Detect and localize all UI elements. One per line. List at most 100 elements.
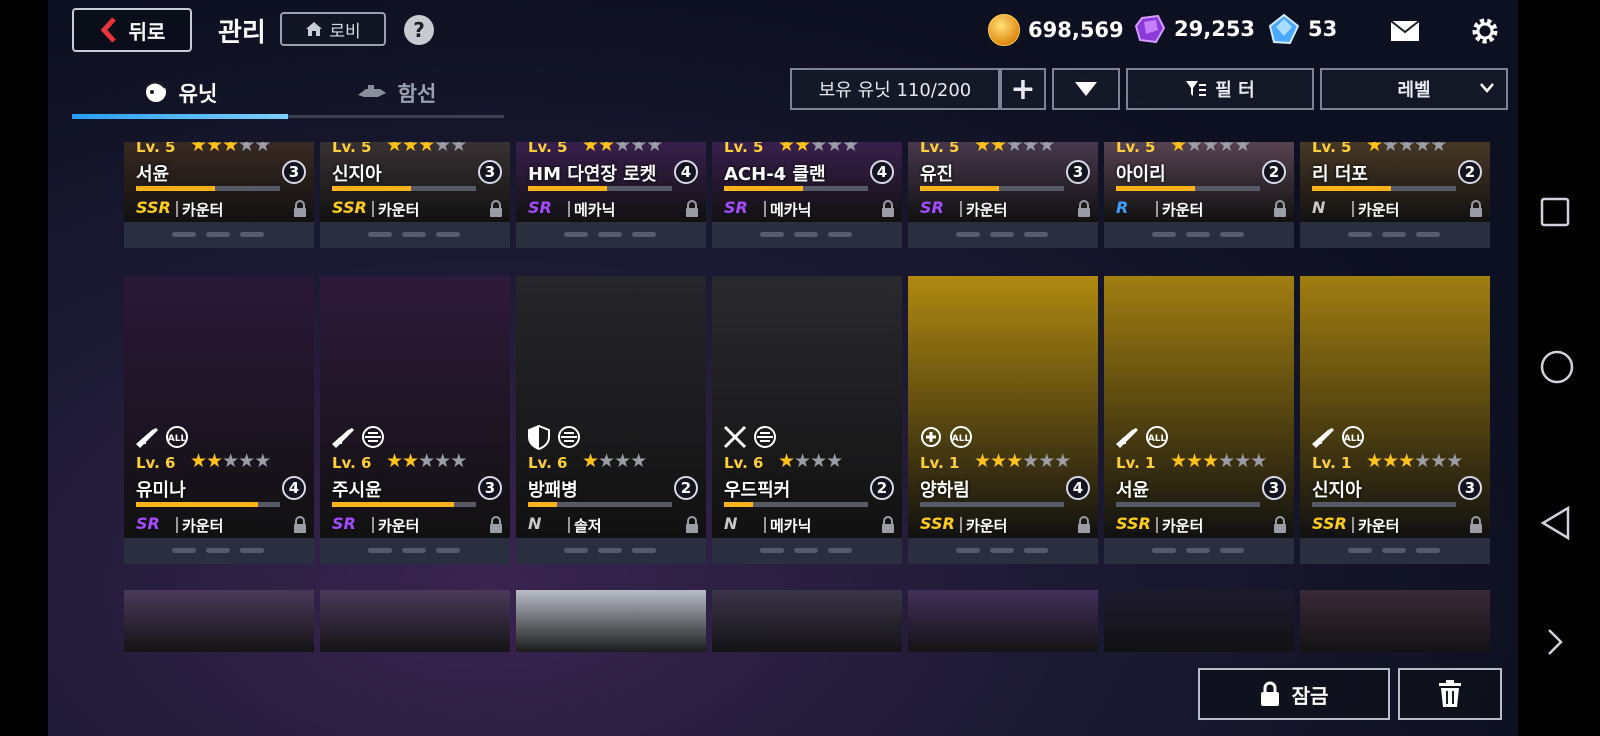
card-footer bbox=[712, 222, 902, 248]
rarity-separator bbox=[176, 201, 178, 217]
unit-grade-badge: 2 bbox=[674, 476, 698, 500]
tab-ships-label: 함선 bbox=[397, 82, 437, 106]
exp-bar bbox=[332, 186, 476, 191]
exp-bar-fill bbox=[332, 186, 412, 191]
rarity-separator bbox=[764, 201, 766, 217]
lobby-button[interactable]: 로비 bbox=[280, 12, 386, 46]
card-footer bbox=[908, 222, 1098, 248]
add-capacity-button[interactable]: + bbox=[1000, 68, 1046, 110]
crystal-amount: 53 bbox=[1308, 17, 1338, 41]
unit-class: 카운터 bbox=[1162, 201, 1204, 219]
star-icon: ★ bbox=[402, 450, 419, 472]
unit-lock-icon[interactable] bbox=[292, 200, 308, 218]
rarity-label: SR bbox=[920, 198, 944, 217]
star-icon: ★ bbox=[206, 450, 223, 472]
filter-button[interactable]: 필 터 bbox=[1126, 68, 1314, 110]
unit-portrait bbox=[320, 590, 510, 652]
unit-lock-icon[interactable] bbox=[1076, 516, 1092, 534]
card-footer bbox=[712, 538, 902, 564]
exp-bar-fill bbox=[136, 186, 216, 191]
footer-dot bbox=[1348, 232, 1372, 237]
unit-lock-icon[interactable] bbox=[1272, 200, 1288, 218]
card-footer-dots bbox=[956, 548, 1048, 553]
exp-bar-fill bbox=[136, 502, 259, 507]
exp-bar bbox=[920, 502, 1064, 507]
unit-lock-icon[interactable] bbox=[684, 200, 700, 218]
footer-dot bbox=[436, 548, 460, 553]
unit-lock-icon[interactable] bbox=[1076, 200, 1092, 218]
footer-dot bbox=[956, 232, 980, 237]
star-icon: ★ bbox=[254, 142, 271, 156]
star-icon: ★ bbox=[990, 142, 1007, 156]
unit-type-icons: ALL bbox=[134, 424, 190, 450]
footer-dot bbox=[402, 232, 426, 237]
sort-select[interactable]: 레벨 bbox=[1320, 68, 1508, 110]
star-icon: ★ bbox=[1250, 450, 1267, 472]
tab-ships[interactable]: 함선 bbox=[288, 70, 504, 116]
unit-lock-icon[interactable] bbox=[488, 200, 504, 218]
star-icon: ★ bbox=[598, 142, 615, 156]
chevron-right-icon[interactable] bbox=[1546, 628, 1564, 656]
card-footer bbox=[320, 538, 510, 564]
unit-name: HM 다연장 로켓 bbox=[528, 164, 657, 185]
unit-name: 아이리 bbox=[1116, 164, 1166, 185]
star-icon: ★ bbox=[222, 450, 239, 472]
back-triangle-icon[interactable] bbox=[1540, 506, 1570, 540]
star-icon: ★ bbox=[826, 142, 843, 156]
unit-lock-icon[interactable] bbox=[880, 200, 896, 218]
tab-units[interactable]: 유닛 bbox=[72, 70, 288, 116]
chevron-down-icon bbox=[1480, 83, 1494, 93]
recents-square-icon[interactable] bbox=[1540, 197, 1570, 227]
unit-lock-icon[interactable] bbox=[684, 516, 700, 534]
sort-order-button[interactable] bbox=[1052, 68, 1120, 110]
unit-lock-icon[interactable] bbox=[1272, 516, 1288, 534]
rarity-separator bbox=[764, 517, 766, 533]
star-icon: ★ bbox=[646, 142, 663, 156]
home-circle-icon[interactable] bbox=[1540, 350, 1574, 384]
unit-stars: ★★★★★ bbox=[386, 142, 467, 156]
unit-name: 신지아 bbox=[1312, 480, 1362, 501]
triangle-down-icon bbox=[1075, 82, 1097, 96]
star-icon: ★ bbox=[810, 142, 827, 156]
star-icon: ★ bbox=[974, 450, 991, 472]
unit-name: 리 더포 bbox=[1312, 164, 1368, 185]
unit-lock-icon[interactable] bbox=[292, 516, 308, 534]
unit-level: Lv. 1 bbox=[920, 454, 960, 472]
footer-dot bbox=[794, 232, 818, 237]
unit-stars: ★★★★★ bbox=[190, 450, 271, 472]
star-icon: ★ bbox=[630, 142, 647, 156]
chevron-left-icon bbox=[100, 17, 116, 43]
unit-lock-icon[interactable] bbox=[1468, 200, 1484, 218]
footer-dot bbox=[828, 232, 852, 237]
rarity-label: SR bbox=[528, 198, 552, 217]
unit-portrait bbox=[1104, 590, 1294, 652]
star-icon: ★ bbox=[1382, 450, 1399, 472]
star-icon: ★ bbox=[794, 142, 811, 156]
rarity-separator bbox=[568, 201, 570, 217]
delete-button[interactable] bbox=[1398, 668, 1502, 720]
help-button[interactable]: ? bbox=[404, 15, 434, 45]
unit-lock-icon[interactable] bbox=[1468, 516, 1484, 534]
star-icon: ★ bbox=[1218, 142, 1235, 156]
unit-lock-icon[interactable] bbox=[880, 516, 896, 534]
star-icon: ★ bbox=[630, 450, 647, 472]
footer-dot bbox=[1186, 548, 1210, 553]
footer-dot bbox=[240, 232, 264, 237]
gear-icon[interactable] bbox=[1470, 16, 1500, 46]
star-icon: ★ bbox=[614, 142, 631, 156]
unit-grade-badge: 4 bbox=[282, 476, 306, 500]
unit-lock-icon[interactable] bbox=[488, 516, 504, 534]
lock-button[interactable]: 잠금 bbox=[1198, 668, 1390, 720]
card-footer-dots bbox=[760, 232, 852, 237]
exp-bar bbox=[724, 186, 868, 191]
back-button[interactable]: 뒤로 bbox=[72, 8, 192, 52]
footer-dot bbox=[760, 232, 784, 237]
unit-stars: ★★★★★ bbox=[778, 142, 859, 156]
star-icon: ★ bbox=[582, 450, 599, 472]
star-icon: ★ bbox=[1202, 142, 1219, 156]
rifle-icon bbox=[1312, 428, 1334, 448]
unit-grade-badge: 2 bbox=[1262, 160, 1286, 184]
unit-class: 카운터 bbox=[182, 201, 224, 219]
star-icon: ★ bbox=[402, 142, 419, 156]
mail-icon[interactable] bbox=[1390, 20, 1420, 42]
